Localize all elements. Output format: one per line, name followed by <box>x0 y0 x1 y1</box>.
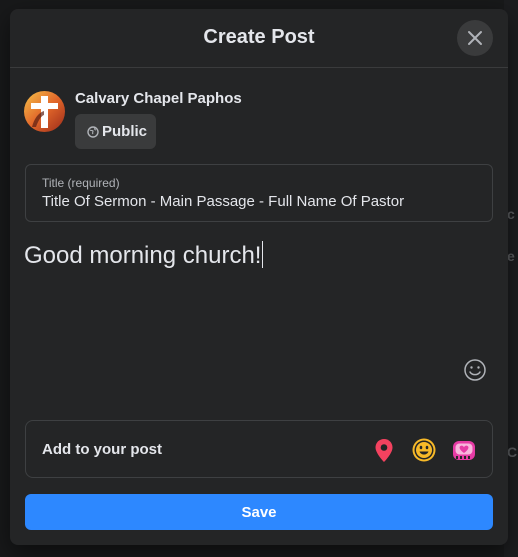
emoji-picker-button[interactable] <box>463 358 487 382</box>
globe-icon <box>87 126 99 138</box>
save-button[interactable]: Save <box>25 494 493 530</box>
post-body-input[interactable]: Good morning church! <box>24 241 264 270</box>
save-button-label: Save <box>241 504 277 521</box>
title-field[interactable]: Title (required) Title Of Sermon - Main … <box>25 164 493 222</box>
close-button[interactable] <box>457 20 493 56</box>
audience-selector-button[interactable]: Public <box>75 114 156 149</box>
location-icon[interactable] <box>370 436 398 464</box>
dialog-title: Create Post <box>203 26 315 48</box>
add-to-post-bar: Add to your post <box>25 420 493 478</box>
author-name[interactable]: Calvary Chapel Paphos <box>75 90 242 107</box>
audience-label: Public <box>102 123 148 140</box>
church-logo-icon <box>24 91 65 132</box>
close-icon <box>468 31 482 45</box>
text-caret <box>262 241 264 268</box>
post-body-text: Good morning church! <box>24 242 262 269</box>
avatar[interactable] <box>24 91 65 132</box>
smiley-icon <box>464 359 486 381</box>
title-field-label: Title (required) <box>42 176 120 190</box>
title-input[interactable]: Title Of Sermon - Main Passage - Full Na… <box>42 193 404 210</box>
author-section: Calvary Chapel Paphos Public <box>24 81 324 149</box>
feeling-icon[interactable] <box>410 436 438 464</box>
add-to-post-label: Add to your post <box>42 441 162 458</box>
dialog-header: Create Post <box>10 9 508 68</box>
create-post-dialog: Create Post Calvary Chapel Paphos Public… <box>10 9 508 545</box>
fundraiser-icon[interactable] <box>450 436 478 464</box>
